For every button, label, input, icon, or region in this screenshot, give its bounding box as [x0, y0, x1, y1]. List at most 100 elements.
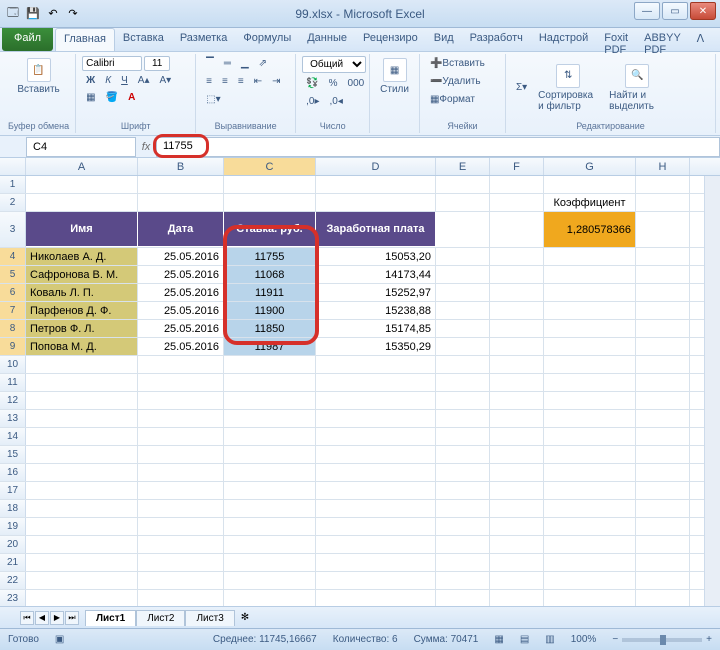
cell[interactable]	[490, 320, 544, 337]
cell[interactable]	[224, 554, 316, 571]
find-select-button[interactable]: 🔍 Найти и выделить	[605, 62, 669, 114]
cell[interactable]	[636, 356, 690, 373]
row-header[interactable]: 3	[0, 212, 26, 247]
row-header[interactable]: 10	[0, 356, 26, 373]
cell[interactable]	[636, 248, 690, 265]
cell[interactable]	[26, 518, 138, 535]
cell[interactable]	[636, 194, 690, 211]
autosum-icon[interactable]: Σ▾	[512, 80, 531, 95]
cell[interactable]: 15053,20	[316, 248, 436, 265]
row-header[interactable]: 21	[0, 554, 26, 571]
cell[interactable]	[636, 410, 690, 427]
sheet-tab-1[interactable]: Лист1	[85, 610, 136, 626]
redo-icon[interactable]: ↷	[64, 5, 82, 23]
cell[interactable]	[138, 392, 224, 409]
row-header[interactable]: 13	[0, 410, 26, 427]
currency-icon[interactable]: 💱	[302, 76, 322, 91]
cell[interactable]	[636, 212, 690, 247]
cell[interactable]	[316, 500, 436, 517]
zoom-in-icon[interactable]: +	[706, 634, 712, 645]
cell[interactable]	[26, 392, 138, 409]
cell[interactable]	[436, 572, 490, 589]
cell[interactable]	[316, 392, 436, 409]
cell[interactable]	[224, 374, 316, 391]
cell[interactable]: 1,280578366	[544, 212, 636, 247]
cell[interactable]	[544, 320, 636, 337]
cell[interactable]: 25.05.2016	[138, 302, 224, 319]
cell[interactable]	[138, 194, 224, 211]
cell[interactable]	[26, 356, 138, 373]
cell[interactable]	[490, 302, 544, 319]
align-right-icon[interactable]: ≡	[234, 74, 248, 89]
cell[interactable]	[544, 410, 636, 427]
format-cells-button[interactable]: ▦ Формат	[426, 92, 479, 107]
cell[interactable]	[636, 176, 690, 193]
cell[interactable]	[544, 392, 636, 409]
cell[interactable]	[224, 572, 316, 589]
cell[interactable]	[436, 338, 490, 355]
cell[interactable]	[544, 284, 636, 301]
align-center-icon[interactable]: ≡	[218, 74, 232, 89]
cell[interactable]: 15350,29	[316, 338, 436, 355]
align-bottom-icon[interactable]: ▁	[237, 56, 253, 71]
cell[interactable]: 11987	[224, 338, 316, 355]
cell[interactable]	[224, 590, 316, 606]
decrease-decimal-icon[interactable]: ,0◂	[326, 94, 347, 109]
cell[interactable]: 11755	[224, 248, 316, 265]
cell[interactable]	[636, 572, 690, 589]
cell[interactable]	[26, 194, 138, 211]
cell[interactable]	[26, 446, 138, 463]
row-header[interactable]: 7	[0, 302, 26, 319]
cell[interactable]	[436, 392, 490, 409]
cell[interactable]: 25.05.2016	[138, 284, 224, 301]
cell[interactable]	[636, 266, 690, 283]
help-icon[interactable]: ❔	[712, 28, 720, 51]
cell[interactable]	[544, 518, 636, 535]
col-header-G[interactable]: G	[544, 158, 636, 175]
cell[interactable]	[436, 410, 490, 427]
formula-bar[interactable]: 11755	[156, 137, 720, 157]
cell[interactable]	[224, 428, 316, 445]
cell[interactable]	[224, 176, 316, 193]
col-header-H[interactable]: H	[636, 158, 690, 175]
tab-formulas[interactable]: Формулы	[235, 28, 299, 51]
cell[interactable]: 11068	[224, 266, 316, 283]
indent-decrease-icon[interactable]: ⇤	[250, 74, 266, 89]
cell[interactable]	[490, 266, 544, 283]
cell[interactable]	[138, 410, 224, 427]
cell[interactable]	[26, 464, 138, 481]
cell[interactable]	[490, 374, 544, 391]
cell[interactable]	[544, 446, 636, 463]
cell[interactable]	[436, 356, 490, 373]
cell[interactable]	[316, 482, 436, 499]
increase-decimal-icon[interactable]: ,0▸	[302, 94, 323, 109]
col-header-D[interactable]: D	[316, 158, 436, 175]
cell[interactable]: 15252,97	[316, 284, 436, 301]
cell[interactable]	[544, 176, 636, 193]
cell[interactable]	[544, 248, 636, 265]
indent-increase-icon[interactable]: ⇥	[268, 74, 284, 89]
row-header[interactable]: 19	[0, 518, 26, 535]
cell[interactable]	[544, 482, 636, 499]
tab-developer[interactable]: Разработч	[462, 28, 531, 51]
cell[interactable]	[316, 536, 436, 553]
cell[interactable]: 15238,88	[316, 302, 436, 319]
row-header[interactable]: 22	[0, 572, 26, 589]
row-header[interactable]: 17	[0, 482, 26, 499]
tab-data[interactable]: Данные	[299, 28, 355, 51]
cell[interactable]	[138, 464, 224, 481]
name-box[interactable]	[26, 137, 136, 157]
cell[interactable]	[26, 536, 138, 553]
cell[interactable]	[490, 212, 544, 247]
col-header-B[interactable]: B	[138, 158, 224, 175]
cell[interactable]	[436, 248, 490, 265]
zoom-out-icon[interactable]: −	[612, 634, 618, 645]
cell[interactable]: Николаев А. Д.	[26, 248, 138, 265]
view-pagebreak-icon[interactable]: ▥	[545, 634, 554, 645]
row-header[interactable]: 12	[0, 392, 26, 409]
paste-button[interactable]: 📋 Вставить	[8, 56, 69, 97]
tab-view[interactable]: Вид	[426, 28, 462, 51]
cell[interactable]	[490, 464, 544, 481]
cell[interactable]	[26, 500, 138, 517]
cell[interactable]	[316, 590, 436, 606]
